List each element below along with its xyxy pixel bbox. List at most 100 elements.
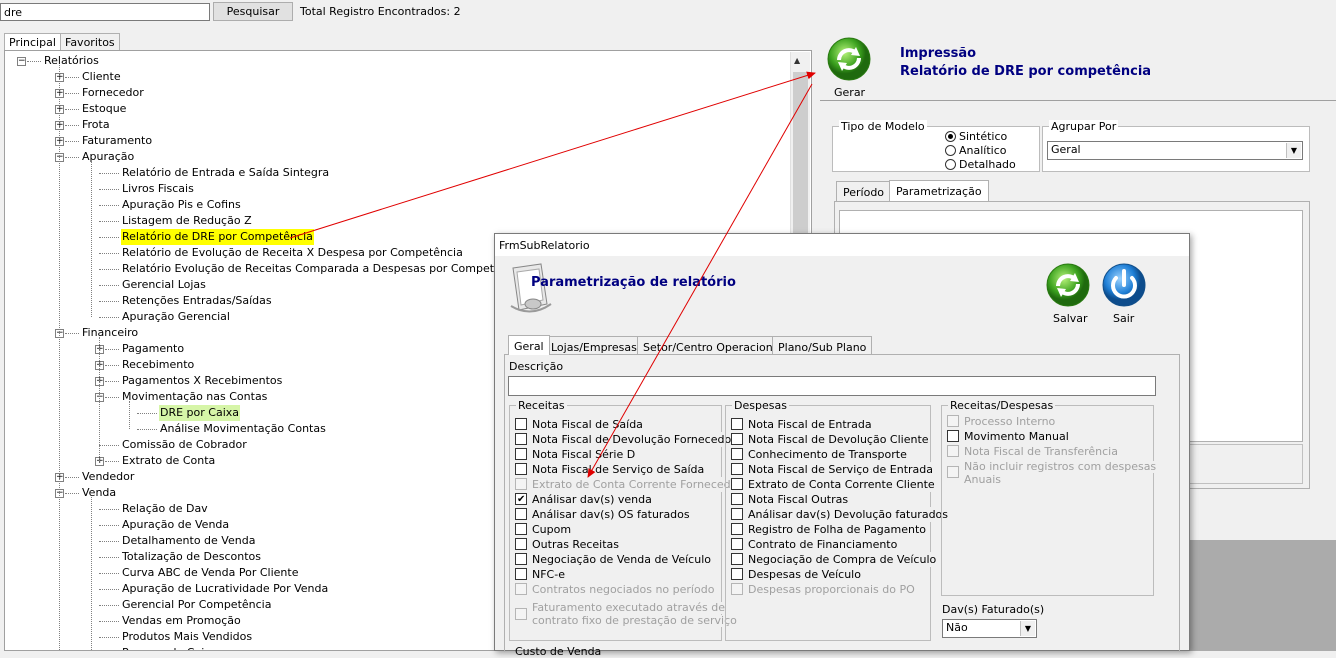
descricao-label: Descrição xyxy=(509,360,564,373)
checkbox-label: Despesas proporcionais do PO xyxy=(748,582,915,597)
descricao-input[interactable] xyxy=(508,376,1156,396)
checkbox-icon xyxy=(731,433,743,445)
tree-label: Produtos Mais Vendidos xyxy=(122,630,253,643)
checkbox-icon xyxy=(731,493,743,505)
checkbox-icon xyxy=(515,583,527,595)
despesas-title: Despesas xyxy=(732,399,789,412)
tree-connector xyxy=(59,65,60,650)
gerar-refresh-icon xyxy=(827,37,871,81)
receitas-group: Receitas Nota Fiscal de Saída Nota Fiscal… xyxy=(509,399,742,641)
tree-label: Relatório de DRE por Competência xyxy=(121,229,314,245)
tree-label: Cliente xyxy=(82,70,121,83)
checkbox-label: Análisar dav(s) venda xyxy=(532,492,652,507)
print-title: Impressão xyxy=(900,46,977,61)
checkbox-label: Nota Fiscal Outras xyxy=(748,492,849,507)
search-input[interactable] xyxy=(0,3,210,21)
collapse-icon[interactable]: − xyxy=(17,57,26,66)
tipo-modelo-group: Tipo de Modelo Sintético Analítico Detal… xyxy=(832,120,1040,172)
cb-faturamento-line2: contrato fixo de prestação de serviço xyxy=(532,614,737,627)
tree-label: Extrato de Conta xyxy=(122,454,216,467)
tree-label: Relatórios xyxy=(44,54,99,67)
tree-label: Apuração xyxy=(82,150,135,163)
gerar-label: Gerar xyxy=(834,86,866,99)
davs-faturados-select[interactable]: Não ▼ xyxy=(942,619,1037,638)
dialog-titlebar xyxy=(495,234,1189,256)
tree-label: Comissão de Cobrador xyxy=(122,438,247,451)
tab-lojas-empresas[interactable]: Lojas/Empresas xyxy=(545,336,643,355)
tree-label: Retenções Entradas/Saídas xyxy=(122,294,272,307)
checkbox-checked-icon xyxy=(515,492,527,507)
print-subtitle: Relatório de DRE por competência xyxy=(900,64,1152,79)
tree-label: Faturamento xyxy=(82,134,153,147)
checkbox-icon xyxy=(731,523,743,535)
checkbox-icon xyxy=(731,538,743,550)
dropdown-arrow-icon[interactable]: ▼ xyxy=(1020,621,1035,636)
tab-favoritos[interactable]: Favoritos xyxy=(60,33,120,50)
checkbox-icon xyxy=(515,463,527,475)
tree-label: Livros Fiscais xyxy=(122,182,194,195)
tree-label: Totalização de Descontos xyxy=(122,550,262,563)
checkbox-icon xyxy=(515,553,527,565)
radio-detalhado[interactable]: Detalhado xyxy=(945,158,1016,172)
checkbox-icon xyxy=(731,463,743,475)
tab-plano-sub-plano[interactable]: Plano/Sub Plano xyxy=(772,336,873,355)
gerar-button[interactable]: Gerar xyxy=(824,36,872,100)
total-records-label: Total Registro Encontrados: 2 xyxy=(300,5,461,18)
salvar-label: Salvar xyxy=(1053,312,1088,325)
tree-label: Relatório Evolução de Receitas Comparada… xyxy=(122,262,524,275)
checkbox-label: Nota Fiscal de Transferência xyxy=(964,444,1118,459)
tree-label: Resumo de Caixa xyxy=(121,645,219,650)
tree-label: Recebimento xyxy=(122,358,195,371)
sair-button[interactable]: Sair xyxy=(1099,262,1149,326)
tree-label: Relatório de Evolução de Receita X Despe… xyxy=(122,246,463,259)
tab-parametrizacao[interactable]: Parametrização xyxy=(889,180,989,201)
tree-label: Pagamento xyxy=(122,342,185,355)
tab-periodo[interactable]: Período xyxy=(836,181,892,201)
radio-analitico[interactable]: Analítico xyxy=(945,144,1007,158)
checkbox-label: Extrato de Conta Corrente Fornecedor xyxy=(532,477,742,492)
checkbox-label: Análisar dav(s) Devolução faturados xyxy=(748,507,949,522)
checkbox-icon xyxy=(515,433,527,445)
radio-off-icon xyxy=(945,159,956,170)
checkbox-icon xyxy=(731,553,743,565)
search-button[interactable]: Pesquisar xyxy=(213,2,293,21)
checkbox-icon xyxy=(947,445,959,457)
checkbox-label: Nota Fiscal de Devolução Cliente xyxy=(748,432,929,447)
checkbox-label: Contratos negociados no período xyxy=(532,582,715,597)
agrupar-select[interactable]: Geral ▼ xyxy=(1047,141,1303,160)
tab-geral[interactable]: Geral xyxy=(508,335,550,355)
header-divider xyxy=(820,100,1336,101)
checkbox-label: Registro de Folha de Pagamento xyxy=(748,522,927,537)
checkbox-label: Negociação de Venda de Veículo xyxy=(532,552,711,567)
checkbox-label: Contrato de Financiamento xyxy=(748,537,898,552)
tree-label: Listagem de Redução Z xyxy=(122,214,252,227)
tree-connector xyxy=(91,161,92,317)
despesas-group: Despesas Nota Fiscal de Entrada Nota Fisc… xyxy=(725,399,949,641)
cb-nao-incluir-line2: Anuais xyxy=(964,473,1001,486)
checkbox-icon xyxy=(515,448,527,460)
checkbox-label: Nota Fiscal de Serviço de Entrada xyxy=(748,462,933,477)
tree-label: Apuração de Lucratividade Por Venda xyxy=(122,582,329,595)
radio-sintetico[interactable]: Sintético xyxy=(945,130,1007,144)
tab-setor-centro-operacional[interactable]: Setor/Centro Operacional xyxy=(637,336,789,355)
checkbox-label: Processo Interno xyxy=(964,414,1056,429)
tree-label: Análise Movimentação Contas xyxy=(160,422,326,435)
checkbox-label: Nota Fiscal de Saída xyxy=(532,417,643,432)
checkbox-icon xyxy=(515,478,527,490)
tree-connector xyxy=(99,337,100,461)
tree-label: Vendedor xyxy=(82,470,135,483)
cb-faturamento-contrato: Faturamento executado através de contrat… xyxy=(515,602,737,630)
tree-label: Fornecedor xyxy=(82,86,144,99)
dropdown-arrow-icon[interactable]: ▼ xyxy=(1286,143,1301,158)
tree-label: Gerencial Por Competência xyxy=(122,598,272,611)
checkbox-label: Negociação de Compra de Veículo xyxy=(748,552,937,567)
cb-nao-incluir-despesas-anuais: Não incluir registros com despesas Anuai… xyxy=(947,461,1157,487)
salvar-button[interactable]: Salvar xyxy=(1043,262,1093,326)
receitas-title: Receitas xyxy=(516,399,567,412)
checkbox-label: Outras Receitas xyxy=(532,537,620,552)
checkbox-icon xyxy=(947,430,959,442)
radio-on-icon xyxy=(945,131,956,142)
scroll-up-icon[interactable]: ▲ xyxy=(794,56,800,65)
tree-label: Detalhamento de Venda xyxy=(122,534,256,547)
tab-principal[interactable]: Principal xyxy=(4,33,61,50)
